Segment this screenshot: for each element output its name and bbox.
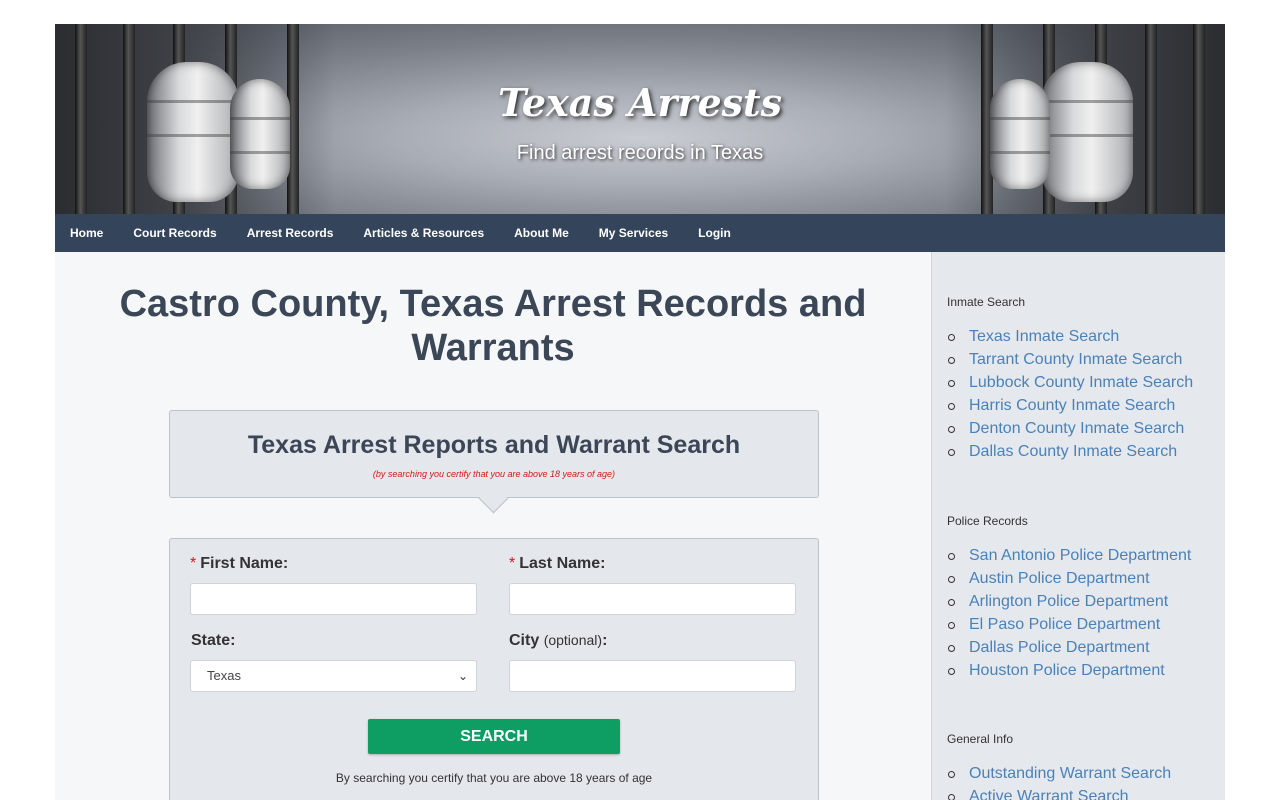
required-marker: * bbox=[190, 555, 197, 572]
sidebar-link[interactable]: Dallas County Inmate Search bbox=[947, 440, 1217, 463]
city-field[interactable] bbox=[509, 660, 796, 692]
widget-police-records: Police Records San Antonio Police Depart… bbox=[947, 514, 1217, 682]
sidebar-link[interactable]: Houston Police Department bbox=[947, 659, 1217, 682]
sidebar-link[interactable]: Outstanding Warrant Search bbox=[947, 762, 1217, 785]
nav-item-articles-resources[interactable]: Articles & Resources bbox=[348, 214, 499, 252]
sidebar-link[interactable]: Austin Police Department bbox=[947, 567, 1217, 590]
nav-item-home[interactable]: Home bbox=[55, 214, 118, 252]
widget-general-info: General Info Outstanding Warrant Search … bbox=[947, 732, 1217, 800]
first-name-field[interactable] bbox=[190, 583, 477, 615]
site-tagline: Find arrest records in Texas bbox=[516, 142, 764, 164]
widget-title: General Info bbox=[947, 732, 1014, 746]
last-name-label: * Last Name: bbox=[509, 555, 606, 572]
optional-hint: (optional) bbox=[543, 632, 603, 648]
nav-item-arrest-records[interactable]: Arrest Records bbox=[232, 214, 349, 252]
sidebar: Inmate Search Texas Inmate Search Tarran… bbox=[931, 252, 1225, 800]
search-title: Texas Arrest Reports and Warrant Search bbox=[247, 431, 741, 459]
widget-title: Police Records bbox=[947, 514, 1028, 528]
sidebar-link[interactable]: Active Warrant Search bbox=[947, 785, 1217, 800]
sidebar-link[interactable]: Lubbock County Inmate Search bbox=[947, 371, 1217, 394]
search-button[interactable]: SEARCH bbox=[368, 719, 620, 754]
widget-inmate-search: Inmate Search Texas Inmate Search Tarran… bbox=[947, 295, 1217, 463]
widget-title: Inmate Search bbox=[947, 295, 1026, 309]
sidebar-link[interactable]: Tarrant County Inmate Search bbox=[947, 348, 1217, 371]
state-select-value: Texas bbox=[207, 668, 241, 683]
chevron-down-icon: ⌄ bbox=[457, 669, 468, 683]
required-marker: * bbox=[509, 555, 516, 572]
sidebar-link[interactable]: Harris County Inmate Search bbox=[947, 394, 1217, 417]
sidebar-link[interactable]: El Paso Police Department bbox=[947, 613, 1217, 636]
first-name-label: * First Name: bbox=[190, 555, 289, 572]
search-header-box: Texas Arrest Reports and Warrant Search … bbox=[169, 410, 819, 498]
city-label: City (optional): bbox=[509, 632, 608, 649]
sidebar-link[interactable]: Arlington Police Department bbox=[947, 590, 1217, 613]
age-notice: (by searching you certify that you are a… bbox=[372, 469, 616, 479]
sidebar-link[interactable]: Dallas Police Department bbox=[947, 636, 1217, 659]
site-title[interactable]: Texas Arrests bbox=[55, 80, 1225, 125]
main-content: Castro County, Texas Arrest Records and … bbox=[55, 252, 931, 800]
nav-item-my-services[interactable]: My Services bbox=[584, 214, 683, 252]
search-form: * First Name: * Last Name: State: Texas ⌄ … bbox=[169, 538, 819, 800]
header-banner: Texas Arrests Find arrest records in Tex… bbox=[55, 24, 1225, 214]
site-wrapper: Texas Arrests Find arrest records in Tex… bbox=[55, 24, 1225, 800]
sidebar-link[interactable]: Denton County Inmate Search bbox=[947, 417, 1217, 440]
nav-item-court-records[interactable]: Court Records bbox=[118, 214, 231, 252]
state-label: State: bbox=[191, 632, 236, 649]
sidebar-link[interactable]: San Antonio Police Department bbox=[947, 544, 1217, 567]
nav-item-login[interactable]: Login bbox=[683, 214, 746, 252]
main-nav: Home Court Records Arrest Records Articl… bbox=[55, 214, 1225, 252]
certify-text: By searching you certify that you are ab… bbox=[335, 771, 653, 785]
page-title: Castro County, Texas Arrest Records and … bbox=[119, 283, 867, 369]
sidebar-link[interactable]: Texas Inmate Search bbox=[947, 325, 1217, 348]
nav-item-about-me[interactable]: About Me bbox=[499, 214, 584, 252]
last-name-field[interactable] bbox=[509, 583, 796, 615]
state-select[interactable]: Texas ⌄ bbox=[190, 660, 477, 692]
